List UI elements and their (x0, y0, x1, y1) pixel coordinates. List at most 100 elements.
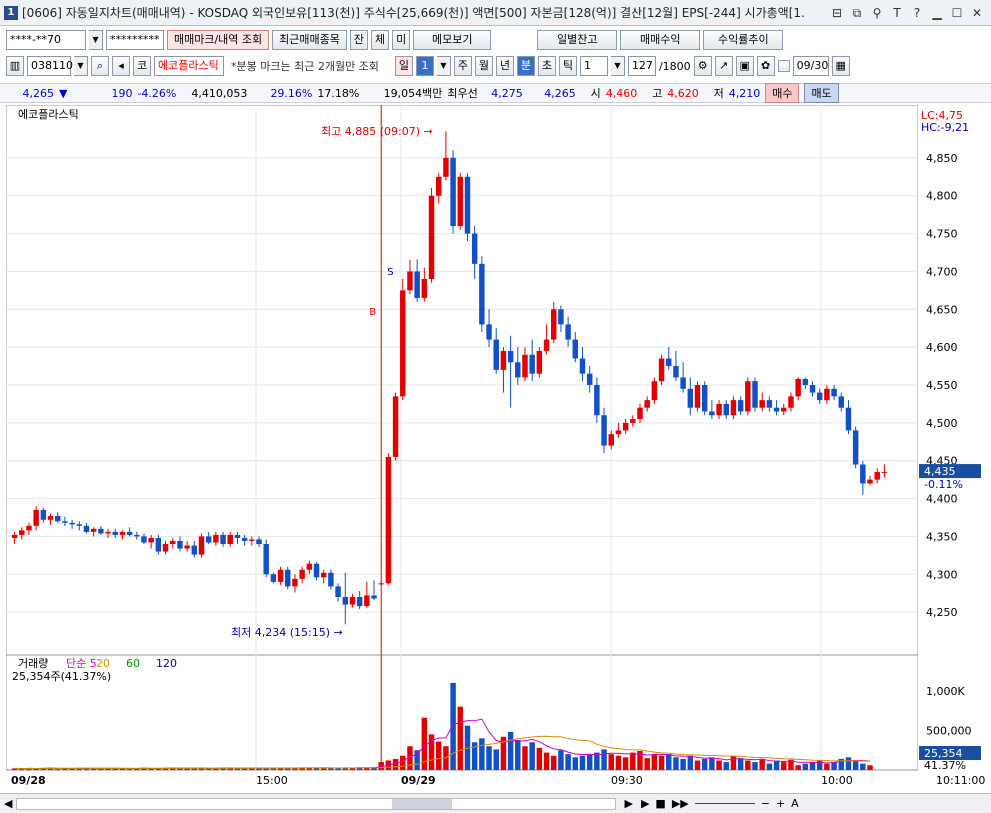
x-tick-label: 09:30 (611, 774, 643, 787)
account-input[interactable]: ****-**70 (6, 30, 86, 50)
candle (687, 388, 694, 408)
stop-icon[interactable]: ■ (655, 797, 665, 810)
high-label: 고 (652, 87, 663, 100)
candle (364, 595, 370, 607)
che-button[interactable]: 체 (371, 30, 390, 50)
high-annotation: 최고 4,885 (09:07) → (321, 125, 433, 138)
close-icon[interactable]: ✕ (969, 5, 985, 21)
candle (385, 456, 392, 584)
calendar-icon[interactable]: ▦ (831, 56, 850, 76)
play-icon[interactable]: ▶ (641, 797, 649, 810)
speed-slider[interactable] (694, 803, 755, 804)
trade-mark-button[interactable]: 매매마크/내역 조회 (167, 30, 270, 50)
gear-icon[interactable]: ✿ (756, 56, 775, 76)
help-icon[interactable]: ? (909, 5, 925, 21)
scroll-thumb[interactable] (392, 798, 453, 809)
return-trend-button[interactable]: 수익률추이 (703, 30, 784, 50)
font-icon[interactable]: A (791, 797, 799, 810)
hc-label: HC:-9,21 (921, 121, 969, 134)
daily-balance-button[interactable]: 일별잔고 (537, 30, 618, 50)
candle (227, 534, 233, 544)
candle (881, 472, 888, 474)
fast-forward-icon[interactable]: ▶▶ (672, 797, 689, 810)
sell-button[interactable]: 매도 (804, 83, 839, 103)
candle (737, 400, 744, 412)
quote-price: 4,265 (22, 86, 55, 100)
candle (781, 407, 787, 412)
candle (816, 392, 823, 401)
scrollbar-area[interactable]: ◀ ▶ ▶ ■ ▶▶ − + A (0, 793, 991, 813)
volume-bar (184, 768, 190, 770)
layout-icon[interactable]: ⊟ (829, 5, 845, 21)
settings-icon[interactable]: ▥ (6, 56, 24, 76)
date-checkbox[interactable] (777, 60, 790, 72)
tool-icon-2[interactable]: ↗ (714, 56, 733, 76)
candle (33, 509, 39, 526)
jan-button[interactable]: 잔 (349, 30, 369, 50)
pin-icon[interactable]: ⚲ (869, 5, 885, 21)
text-icon[interactable]: T (889, 5, 905, 21)
account-dropdown-icon[interactable]: ▼ (89, 30, 103, 50)
period-week-button[interactable]: 주 (453, 56, 472, 76)
save-icon[interactable]: ▣ (735, 56, 754, 76)
volume-bar (572, 757, 579, 770)
maximize-icon[interactable]: ☐ (949, 5, 965, 21)
zoom-in-icon[interactable]: + (776, 797, 785, 810)
volume-bar (860, 763, 866, 770)
tool-icon-1[interactable]: ⚙ (693, 56, 712, 76)
candle (795, 378, 801, 397)
password-input[interactable]: ********* (106, 30, 164, 50)
memo-button[interactable]: 메모보기 (413, 30, 492, 50)
scroll-left-icon[interactable]: ◀ (4, 797, 12, 810)
candle (299, 569, 305, 579)
quote-ratio: 29.16% (270, 86, 313, 100)
date-input[interactable]: 09/30 (792, 56, 829, 76)
tick-number[interactable]: 1 (579, 56, 608, 76)
volume-bar (234, 768, 241, 770)
speaker-icon[interactable]: ◂ (112, 56, 130, 76)
candle (680, 377, 686, 389)
zoom-out-icon[interactable]: − (761, 797, 770, 810)
candle (579, 358, 586, 374)
period-tick-button[interactable]: 틱 (558, 56, 577, 76)
code-input[interactable]: 038110 (27, 56, 73, 76)
candle (615, 430, 622, 435)
candle (306, 563, 313, 570)
count-input[interactable]: 127 (627, 56, 656, 76)
volume-bar (759, 758, 765, 770)
scroll-right-icon[interactable]: ▶ (624, 797, 632, 810)
candle (745, 381, 751, 412)
recent-trades-button[interactable]: 최근매매종목 (272, 30, 347, 50)
volume-legend: 60 (126, 657, 140, 670)
mi-button[interactable]: 미 (392, 30, 411, 50)
candle (90, 528, 97, 532)
candle (673, 366, 679, 378)
period-number[interactable]: 1 (415, 56, 434, 76)
trade-profit-button[interactable]: 매매수익 (620, 30, 701, 50)
period-second-button[interactable]: 초 (537, 56, 556, 76)
candle (701, 385, 708, 412)
volume-bar (507, 732, 514, 770)
y-tick-label: 4,300 (926, 568, 958, 581)
tick-dropdown-icon[interactable]: ▼ (610, 56, 625, 76)
copy-icon[interactable]: ⧉ (849, 5, 865, 21)
price-chart[interactable]: 4,850 4,800 4,750 4,700 4,650 4,600 4,550 4,500… (6, 105, 991, 793)
candle (471, 233, 478, 264)
buy-button[interactable]: 매수 (765, 83, 800, 103)
period-dropdown-icon[interactable]: ▼ (436, 56, 451, 76)
period-year-button[interactable]: 년 (495, 56, 514, 76)
period-minute-button[interactable]: 분 (516, 56, 535, 76)
search-icon[interactable]: ⌕ (91, 56, 109, 76)
candle (486, 324, 492, 340)
candle (256, 539, 262, 544)
y-tick-label: 4,750 (926, 228, 958, 241)
period-month-button[interactable]: 월 (474, 56, 493, 76)
candle (119, 531, 126, 535)
candle (421, 279, 428, 298)
volume-bar (515, 739, 521, 770)
candle (205, 536, 212, 543)
period-day-button[interactable]: 일 (394, 56, 413, 76)
code-dropdown-icon[interactable]: ▼ (74, 56, 88, 76)
minimize-icon[interactable]: ▁ (929, 5, 945, 21)
candle (500, 350, 507, 370)
